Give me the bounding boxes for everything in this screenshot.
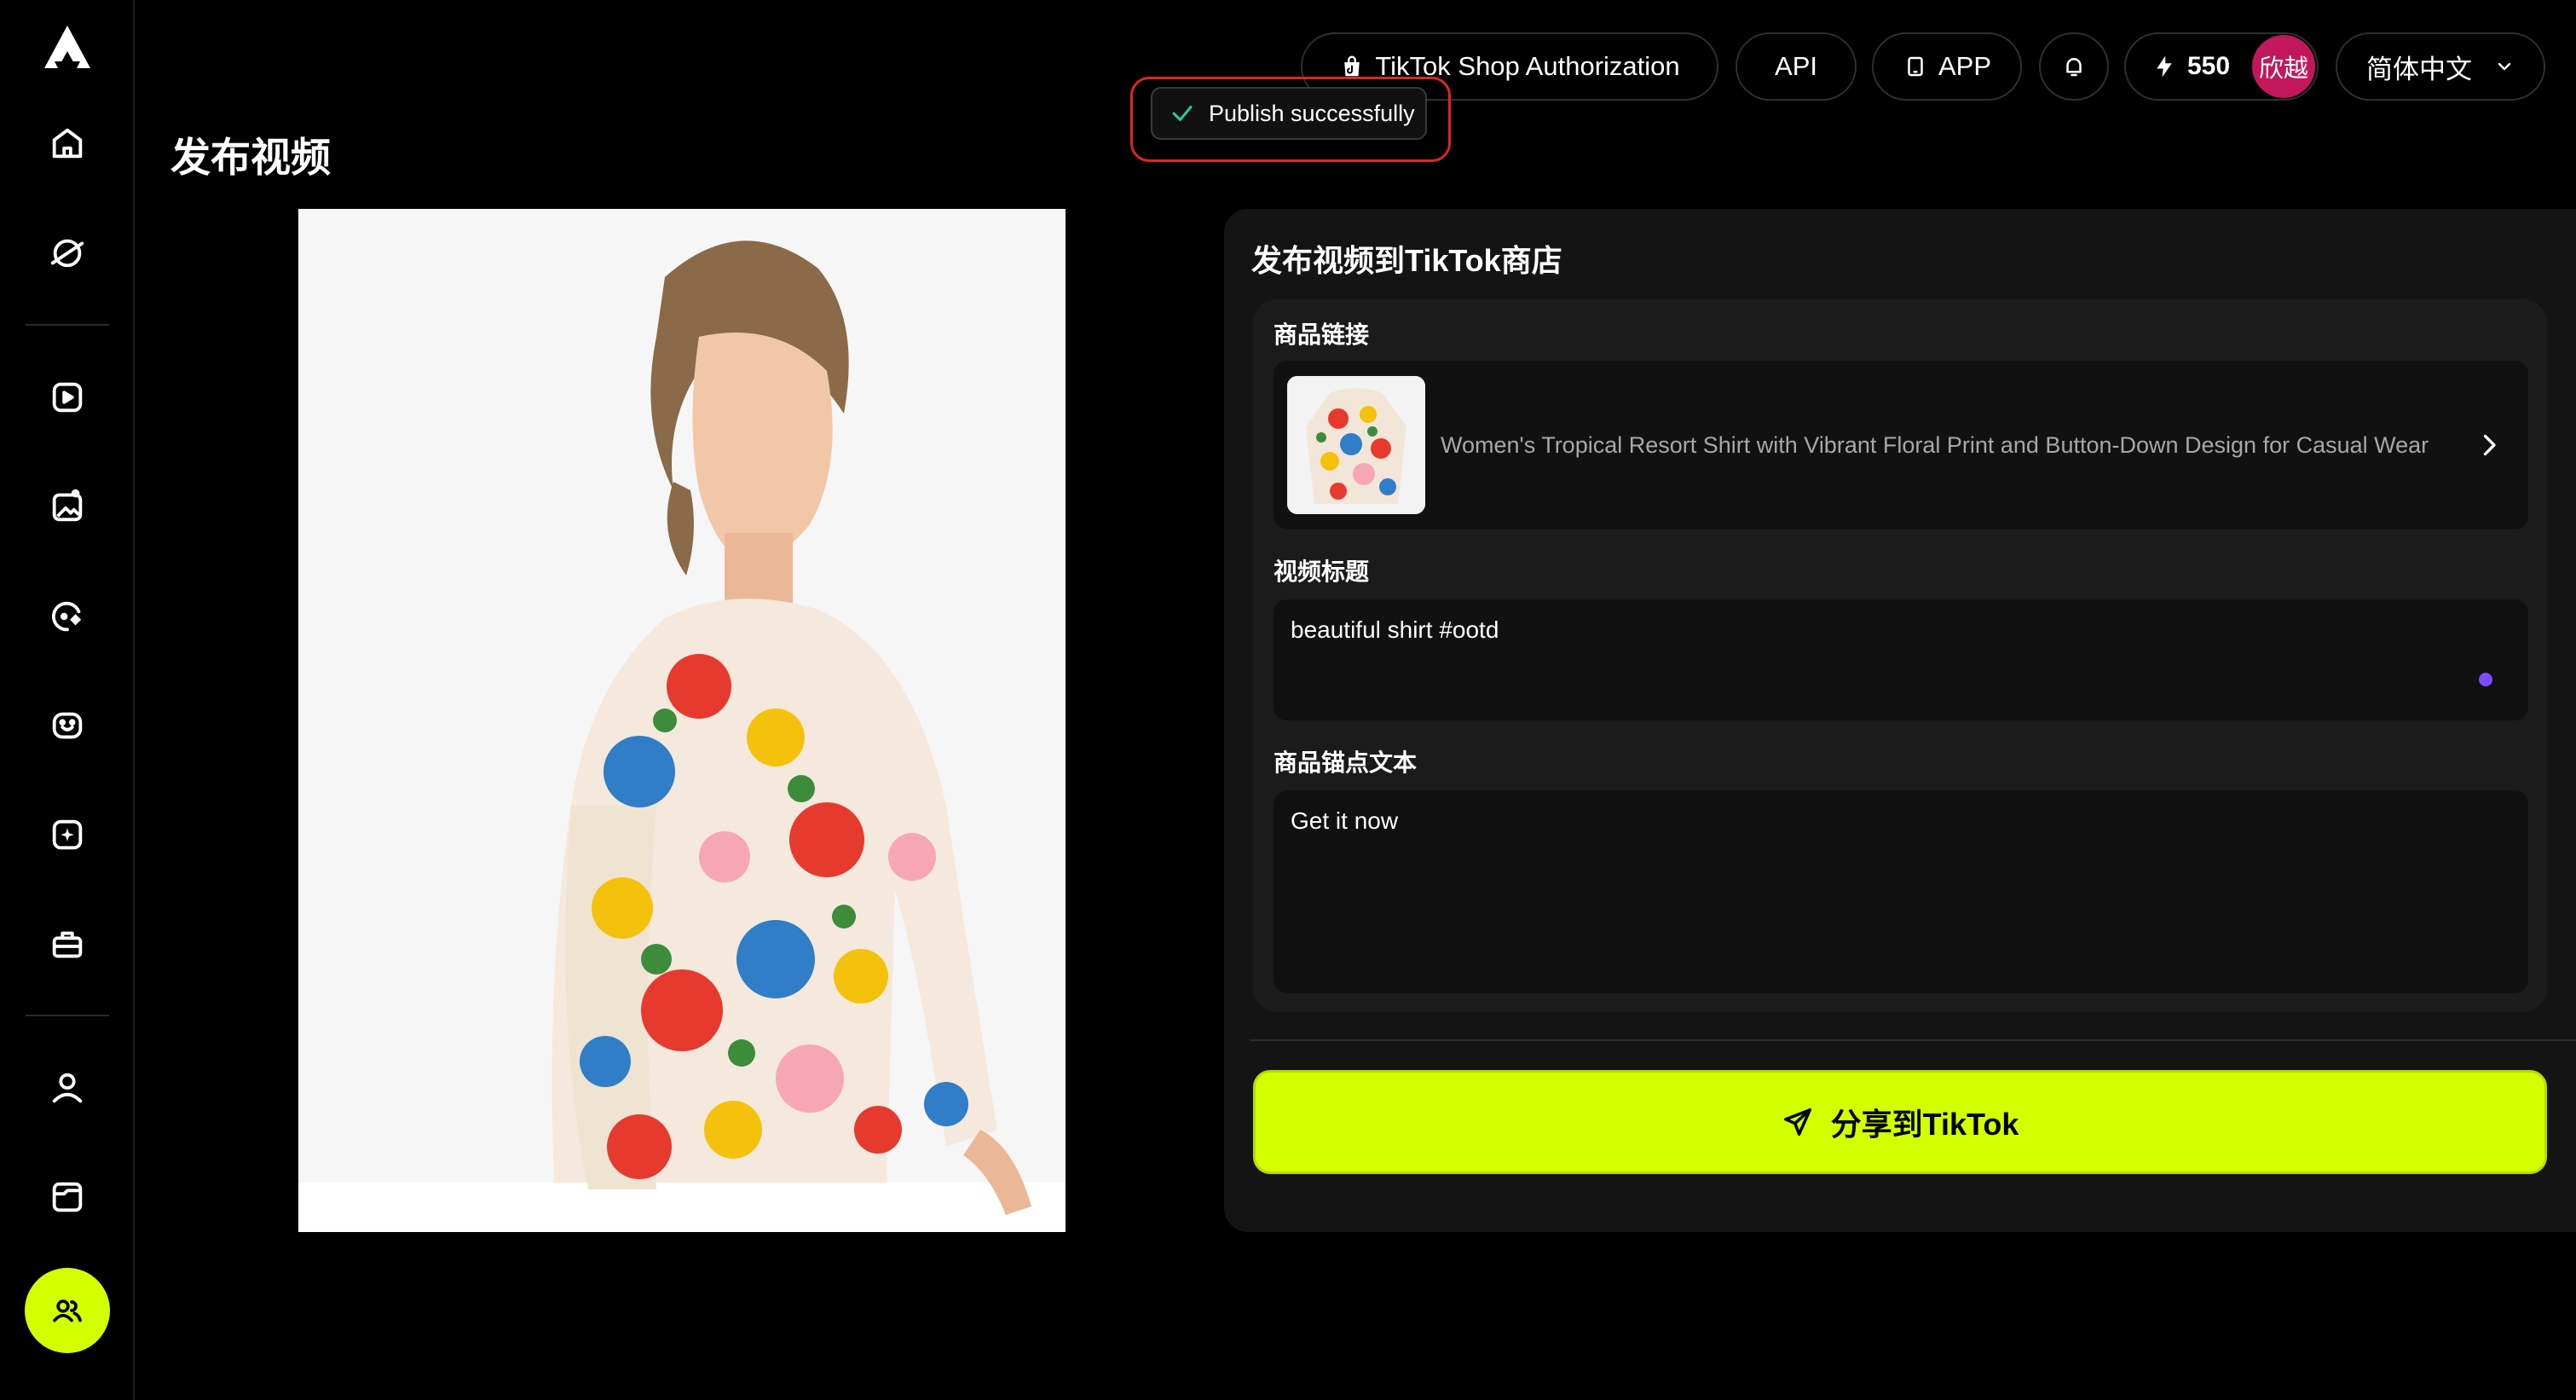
magic-icon[interactable] xyxy=(43,810,92,859)
app-label: APP xyxy=(1938,51,1992,81)
app-button[interactable]: APP xyxy=(1872,32,2022,101)
image-create-icon[interactable] xyxy=(43,482,92,531)
home-icon[interactable] xyxy=(43,119,92,168)
bell-icon xyxy=(2066,58,2082,77)
video-preview-image xyxy=(298,209,1066,1232)
credits-pill[interactable]: 550 欣越 xyxy=(2124,32,2319,101)
video-title-value: beautiful shirt #ootd xyxy=(1291,616,1499,643)
discover-icon[interactable] xyxy=(43,229,92,278)
anchor-text-value: Get it now xyxy=(1291,807,1399,834)
anchor-text-label: 商品锚点文本 xyxy=(1274,749,1418,776)
chevron-down-icon xyxy=(2498,62,2511,71)
ai-edit-icon[interactable] xyxy=(43,592,92,641)
panel-title: 发布视频到TikTok商店 xyxy=(1251,243,1562,278)
api-button[interactable]: API xyxy=(1736,32,1857,101)
language-select[interactable]: 简体中文 xyxy=(2336,32,2545,101)
credits-count: 550 xyxy=(2187,52,2231,80)
chevron-right-icon xyxy=(2483,434,2496,456)
check-icon xyxy=(1172,106,1193,121)
lightning-icon xyxy=(2157,55,2172,78)
team-icon xyxy=(53,1299,82,1322)
avatar[interactable]: 欣越 xyxy=(2252,35,2315,98)
publish-panel: 发布视频到TikTok商店 商品链接 Women's Tropical Reso… xyxy=(1224,209,2576,1232)
logo-icon[interactable] xyxy=(43,24,92,72)
panel-divider xyxy=(1250,1039,2576,1041)
video-title-input[interactable]: beautiful shirt #ootd xyxy=(1274,599,2528,720)
page-title: 发布视频 xyxy=(170,135,331,180)
avatar-text: 欣越 xyxy=(2258,55,2308,83)
anchor-text-input[interactable]: Get it now xyxy=(1274,790,2528,993)
video-create-icon[interactable] xyxy=(43,373,92,422)
language-label: 简体中文 xyxy=(2366,54,2472,84)
api-label: API xyxy=(1775,51,1817,81)
indicator-dot xyxy=(2479,673,2492,686)
product-link-label: 商品链接 xyxy=(1274,321,1370,348)
toolbox-icon[interactable] xyxy=(43,920,92,969)
product-thumbnail xyxy=(1287,376,1425,514)
share-to-tiktok-button[interactable]: 分享到TikTok xyxy=(1253,1070,2547,1174)
sidebar-divider xyxy=(26,1015,109,1016)
avatar-face-icon[interactable] xyxy=(43,701,92,750)
folder-icon[interactable] xyxy=(43,1172,92,1222)
team-button[interactable] xyxy=(25,1268,110,1353)
sidebar-divider xyxy=(26,324,109,326)
tablet-icon xyxy=(1908,56,1923,77)
notifications-button[interactable] xyxy=(2039,32,2109,101)
send-icon xyxy=(1783,1108,1811,1136)
user-icon[interactable] xyxy=(43,1063,92,1113)
publish-form-card: 商品链接 Women's Tropical Resort Shirt with … xyxy=(1253,299,2547,1012)
video-title-label: 视频标题 xyxy=(1274,558,1370,585)
share-button-label: 分享到TikTok xyxy=(1830,1107,2019,1142)
shop-bag-icon xyxy=(1344,55,1360,77)
sidebar xyxy=(0,0,135,1400)
toast-message: Publish successfully xyxy=(1209,100,1415,126)
product-link-selector[interactable]: Women's Tropical Resort Shirt with Vibra… xyxy=(1274,361,2528,529)
product-name: Women's Tropical Resort Shirt with Vibra… xyxy=(1441,431,2429,458)
toast: Publish successfully xyxy=(1151,87,1427,140)
